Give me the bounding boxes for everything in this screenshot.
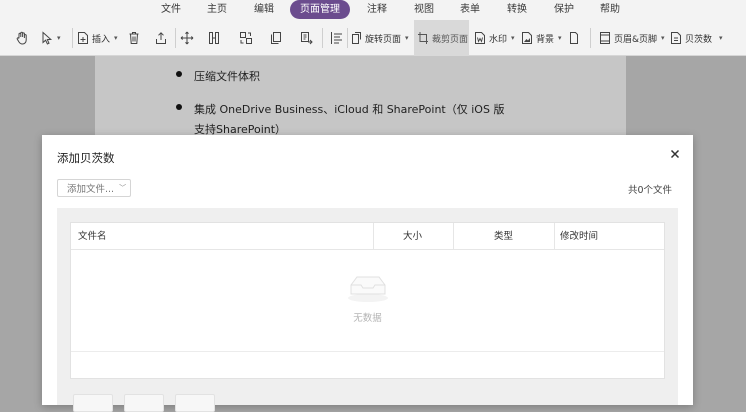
empty-state-text: 无数据 <box>353 313 382 324</box>
menu-tab-form[interactable]: 表单 <box>460 0 480 20</box>
bullet-point <box>176 104 182 110</box>
split-page-button[interactable] <box>208 20 220 56</box>
menu-bar: 文件 主页 编辑 页面管理 注释 视图 表单 转换 保护 帮助 <box>0 0 746 20</box>
hand-icon <box>16 31 27 45</box>
chevron-down-icon: ▾ <box>719 34 723 42</box>
column-divider <box>554 223 555 250</box>
watermark-button[interactable]: 水印 ▾ <box>474 20 515 56</box>
table-footer-divider <box>71 351 664 352</box>
header-footer-icon <box>600 32 610 44</box>
insert-page-icon <box>78 32 88 44</box>
chevron-down-icon: ▾ <box>57 34 61 42</box>
menu-tab-comment[interactable]: 注释 <box>367 0 387 20</box>
dialog-title: 添加贝茨数 <box>57 151 115 165</box>
file-table-panel: 文件名 大小 类型 修改时间 无数据 <box>57 208 678 405</box>
menu-tab-view[interactable]: 视图 <box>414 0 434 20</box>
background-icon <box>522 32 532 44</box>
bullet-point <box>176 71 182 77</box>
toolbar-separator <box>590 28 591 48</box>
menu-tab-home[interactable]: 主页 <box>207 0 227 20</box>
extract-icon <box>156 32 166 44</box>
file-table: 文件名 大小 类型 修改时间 无数据 <box>70 222 665 379</box>
menu-tab-convert[interactable]: 转换 <box>507 0 527 20</box>
align-icon <box>331 32 342 44</box>
doc-bullet-text: 集成 OneDrive Business、iCloud 和 SharePoint… <box>194 103 505 116</box>
chevron-down-icon: ▾ <box>114 34 118 42</box>
bates-icon <box>671 32 681 44</box>
doc-bullet-text: 压缩文件体积 <box>194 70 260 83</box>
chevron-down-icon: ▾ <box>405 34 409 42</box>
move-page-button[interactable] <box>180 20 194 56</box>
dialog-action-button[interactable] <box>124 394 164 412</box>
align-page-button[interactable] <box>330 20 344 56</box>
menu-tab-edit[interactable]: 编辑 <box>254 0 274 20</box>
chevron-down-icon: ▾ <box>511 34 515 42</box>
select-tool-button[interactable]: ▾ <box>41 20 61 56</box>
header-footer-label: 页眉&页脚 <box>614 34 658 45</box>
replace-page-button[interactable] <box>239 20 253 56</box>
close-icon[interactable] <box>668 147 682 161</box>
file-count: 共0个文件 <box>627 185 672 196</box>
chevron-down-icon: ▾ <box>661 34 665 42</box>
duplicate-icon <box>271 32 281 44</box>
split-icon <box>209 32 219 44</box>
toolbar-separator <box>72 28 73 48</box>
menu-tab-file[interactable]: 文件 <box>161 0 181 20</box>
delete-page-button[interactable] <box>128 20 140 56</box>
toolbar-separator <box>175 28 176 48</box>
rotate-page-icon <box>352 32 361 44</box>
crop-label: 裁剪页面 <box>432 34 469 45</box>
watermark-icon <box>475 32 485 44</box>
bates-label: 贝茨数 <box>685 34 713 45</box>
chevron-down-icon: ﹀ <box>119 184 127 192</box>
delete-icon <box>129 32 139 44</box>
move-icon <box>180 31 194 45</box>
column-header-modified[interactable]: 修改时间 <box>560 223 598 250</box>
insert-button[interactable]: 插入 ▾ <box>77 20 118 56</box>
crop-page-button[interactable]: 裁剪页面 <box>414 20 469 56</box>
reorder-page-button[interactable] <box>300 20 314 56</box>
add-files-dropdown[interactable]: 添加文件... ﹀ <box>57 179 131 197</box>
empty-inbox-icon <box>348 276 388 302</box>
chevron-down-icon: ▾ <box>558 34 562 42</box>
rotate-label: 旋转页面 <box>365 34 402 45</box>
page-icon <box>570 32 578 44</box>
watermark-label: 水印 <box>489 34 508 45</box>
menu-tab-help[interactable]: 帮助 <box>600 0 620 20</box>
crop-page-icon <box>418 32 428 44</box>
bates-number-button[interactable]: 贝茨数 ▾ <box>670 20 723 56</box>
column-header-size[interactable]: 大小 <box>403 223 422 250</box>
column-header-filename[interactable]: 文件名 <box>78 223 107 250</box>
background-button[interactable]: 背景 ▾ <box>521 20 562 56</box>
page-separator-button[interactable] <box>569 20 579 56</box>
background-label: 背景 <box>536 34 555 45</box>
insert-label: 插入 <box>92 34 111 45</box>
add-bates-dialog: 添加贝茨数 添加文件... ﹀ 共0个文件 文件名 大小 类型 修改时间 无数据 <box>42 135 693 412</box>
toolbar: ▾ 插入 ▾ 旋转页面 ▾ 裁剪页面 水印 ▾ 背景 ▾ 页眉&页脚 ▾ 贝茨数… <box>0 20 746 56</box>
column-header-type[interactable]: 类型 <box>494 223 513 250</box>
toolbar-separator <box>322 28 323 48</box>
menu-tab-page-management[interactable]: 页面管理 <box>290 0 350 19</box>
header-footer-button[interactable]: 页眉&页脚 ▾ <box>599 20 665 56</box>
toolbar-separator <box>347 28 348 48</box>
duplicate-page-button[interactable] <box>270 20 282 56</box>
rotate-page-button[interactable]: 旋转页面 ▾ <box>350 20 409 56</box>
select-arrow-icon <box>42 31 53 45</box>
reorder-icon <box>301 32 313 45</box>
hand-tool-button[interactable] <box>15 20 29 56</box>
add-files-label: 添加文件... <box>67 184 115 195</box>
column-divider <box>373 223 374 250</box>
dialog-action-button[interactable] <box>175 394 215 412</box>
column-divider <box>453 223 454 250</box>
replace-icon <box>240 32 252 44</box>
menu-tab-protect[interactable]: 保护 <box>554 0 574 20</box>
dialog-action-button[interactable] <box>73 394 113 412</box>
extract-page-button[interactable] <box>155 20 167 56</box>
